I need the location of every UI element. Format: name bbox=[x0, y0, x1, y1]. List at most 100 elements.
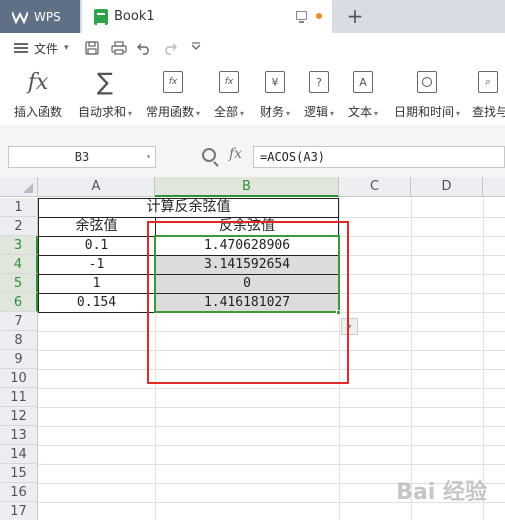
all-functions-label: 全部 bbox=[213, 105, 238, 119]
column-header-c[interactable]: C bbox=[339, 177, 411, 197]
watermark: Bai 经验 bbox=[396, 480, 487, 505]
grid-line bbox=[38, 407, 505, 408]
logic-caret-icon: ▾ bbox=[330, 109, 335, 118]
unsaved-dot-icon bbox=[316, 13, 322, 19]
table-border bbox=[38, 198, 339, 199]
redo-icon[interactable] bbox=[163, 41, 177, 55]
menu-bar: 文件 ▾ bbox=[0, 33, 505, 63]
logic-button[interactable]: ? 逻辑 ▾ bbox=[302, 69, 336, 120]
cell-title[interactable]: 计算反余弦值 bbox=[38, 198, 339, 217]
row-header-5[interactable]: 5 bbox=[0, 274, 38, 293]
question-icon: ? bbox=[309, 69, 329, 95]
text-a-icon: A bbox=[353, 69, 373, 95]
formula-ribbon: fx 插入函数 ∑ 自动求和 ▾ fx 常用函数 ▾ fx 全部 ▾ ¥ 财务 ▾ ? … bbox=[0, 63, 505, 125]
row-header-16[interactable]: 16 bbox=[0, 483, 38, 502]
undo-icon[interactable] bbox=[136, 41, 151, 55]
column-header-e[interactable] bbox=[483, 177, 505, 197]
cell-a2[interactable]: 余弦值 bbox=[38, 217, 155, 236]
sigma-icon: ∑ bbox=[96, 68, 114, 96]
zoom-icon[interactable] bbox=[202, 148, 216, 162]
name-box-value: B3 bbox=[74, 150, 90, 164]
cell-a6[interactable]: 0.154 bbox=[38, 293, 155, 312]
save-icon[interactable] bbox=[84, 41, 99, 55]
clock-icon bbox=[417, 69, 437, 95]
row-header-15[interactable]: 15 bbox=[0, 464, 38, 483]
lookup-icon: ⌕ bbox=[472, 69, 498, 95]
date-time-button[interactable]: 日期和时间 ▾ bbox=[392, 69, 462, 120]
formula-input[interactable]: =ACOS(A3) bbox=[253, 146, 505, 168]
lookup-label: 查找与 bbox=[472, 105, 505, 119]
row-header-10[interactable]: 10 bbox=[0, 369, 38, 388]
hamburger-menu-icon[interactable] bbox=[14, 43, 28, 53]
table-border bbox=[38, 217, 339, 218]
wps-logo-icon bbox=[12, 10, 28, 24]
row-header-2[interactable]: 2 bbox=[0, 217, 38, 236]
all-functions-button[interactable]: fx 全部 ▾ bbox=[212, 69, 246, 120]
row-header-13[interactable]: 13 bbox=[0, 426, 38, 445]
finance-caret-icon: ▾ bbox=[286, 109, 291, 118]
row-header-3[interactable]: 3 bbox=[0, 236, 38, 255]
annotation-box bbox=[147, 221, 349, 384]
autosum-button[interactable]: ∑ 自动求和 ▾ bbox=[76, 68, 134, 120]
print-icon[interactable] bbox=[110, 41, 127, 55]
common-functions-label: 常用函数 bbox=[145, 105, 194, 119]
all-functions-caret-icon: ▾ bbox=[240, 109, 245, 118]
text-functions-caret-icon: ▾ bbox=[374, 109, 379, 118]
lookup-button[interactable]: ⌕ 查找与 bbox=[472, 69, 505, 120]
finance-button[interactable]: ¥ 财务 ▾ bbox=[258, 69, 292, 120]
tab-wps-home[interactable]: WPS bbox=[0, 0, 80, 33]
tab-bar: WPS Book1 + bbox=[0, 0, 505, 33]
common-functions-button[interactable]: fx 常用函数 ▾ bbox=[144, 69, 202, 120]
select-all-corner[interactable] bbox=[0, 177, 38, 197]
text-functions-label: 文本 bbox=[347, 105, 372, 119]
insert-function-button[interactable]: fx 插入函数 bbox=[12, 69, 64, 120]
table-border bbox=[38, 198, 39, 313]
row-header-6[interactable]: 6 bbox=[0, 293, 38, 312]
grid-line bbox=[411, 197, 412, 520]
spreadsheet-grid[interactable]: A B C D 1 2 3 4 5 6 7 8 9 10 11 12 13 14… bbox=[0, 177, 505, 520]
cell-a4[interactable]: -1 bbox=[38, 255, 155, 274]
customize-icon[interactable] bbox=[189, 41, 203, 55]
tab-book1[interactable]: Book1 bbox=[82, 0, 332, 33]
star-fx-icon: fx bbox=[163, 69, 183, 95]
common-functions-caret-icon: ▾ bbox=[196, 109, 201, 118]
name-box-caret-icon[interactable]: ▾ bbox=[146, 152, 151, 161]
row-header-1[interactable]: 1 bbox=[0, 198, 38, 217]
autosum-label: 自动求和 bbox=[77, 105, 126, 119]
text-functions-button[interactable]: A 文本 ▾ bbox=[346, 69, 380, 120]
file-menu[interactable]: 文件 bbox=[34, 40, 58, 57]
column-header-a[interactable]: A bbox=[38, 177, 155, 197]
row-header-8[interactable]: 8 bbox=[0, 331, 38, 350]
spreadsheet-icon bbox=[94, 8, 108, 25]
row-header-12[interactable]: 12 bbox=[0, 407, 38, 426]
row-header-17[interactable]: 17 bbox=[0, 502, 38, 520]
cell-a3[interactable]: 0.1 bbox=[38, 236, 155, 255]
cell-a5[interactable]: 1 bbox=[38, 274, 155, 293]
date-time-caret-icon: ▾ bbox=[456, 109, 461, 118]
file-menu-caret-icon[interactable]: ▾ bbox=[64, 43, 69, 53]
row-header-4[interactable]: 4 bbox=[0, 255, 38, 274]
formula-fx-icon[interactable]: fx bbox=[229, 146, 242, 162]
fx-icon: fx bbox=[27, 69, 49, 95]
finance-label: 财务 bbox=[259, 105, 284, 119]
row-header-7[interactable]: 7 bbox=[0, 312, 38, 331]
monitor-icon[interactable] bbox=[296, 11, 307, 23]
insert-function-label: 插入函数 bbox=[13, 105, 62, 119]
formula-bar: B3 ▾ fx =ACOS(A3) bbox=[0, 125, 505, 177]
name-box[interactable]: B3 ▾ bbox=[8, 146, 156, 168]
tab-book1-label: Book1 bbox=[114, 9, 155, 24]
new-tab-button[interactable]: + bbox=[343, 4, 367, 28]
grid-line bbox=[38, 426, 505, 427]
row-header-11[interactable]: 11 bbox=[0, 388, 38, 407]
quick-access-toolbar bbox=[84, 41, 203, 55]
date-time-label: 日期和时间 bbox=[393, 105, 454, 119]
row-header-14[interactable]: 14 bbox=[0, 445, 38, 464]
logic-label: 逻辑 bbox=[303, 105, 328, 119]
tab-wps-label: WPS bbox=[34, 9, 61, 24]
grid-line bbox=[38, 388, 505, 389]
column-header-b[interactable]: B bbox=[155, 177, 339, 197]
column-header-d[interactable]: D bbox=[411, 177, 483, 197]
row-header-9[interactable]: 9 bbox=[0, 350, 38, 369]
autosum-caret-icon: ▾ bbox=[128, 109, 133, 118]
fx-box-icon: fx bbox=[219, 69, 239, 95]
